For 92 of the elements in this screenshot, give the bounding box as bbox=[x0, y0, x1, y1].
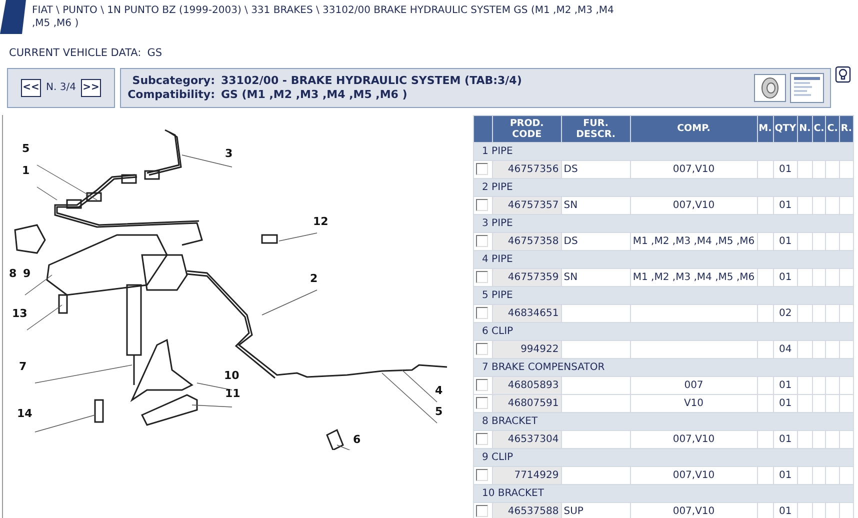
breadcrumb: FIAT \ PUNTO \ 1N PUNTO BZ (1999-2003) \ 331 BRAKES \ 33102/00 BRAKE HYDRAULIC SYSTEM GS (M1 ,M2 ,M3 ,M4 ,M5 ,M6 ) bbox=[32, 4, 615, 30]
callout-number: 10 bbox=[224, 370, 240, 381]
row-checkbox[interactable] bbox=[476, 271, 488, 284]
part-group-label: 7 BRAKE COMPENSATOR bbox=[474, 358, 854, 376]
part-group-label: 1 PIPE bbox=[474, 142, 854, 160]
comp-cell: 007,V10 bbox=[630, 160, 758, 178]
row-checkbox[interactable] bbox=[476, 505, 488, 518]
product-code-cell: 46537304 bbox=[492, 430, 562, 448]
product-code-cell: 46805893 bbox=[492, 376, 562, 394]
product-code-cell: 7714929 bbox=[492, 466, 562, 484]
previous-button[interactable]: << bbox=[21, 78, 42, 97]
comp-cell: 007,V10 bbox=[630, 196, 758, 214]
column-header: QTY bbox=[773, 115, 798, 142]
subcategory-value: 33102/00 - BRAKE HYDRAULIC SYSTEM (TAB:3/4) bbox=[221, 74, 522, 88]
product-code-cell: 994922 bbox=[492, 340, 562, 358]
qty-cell: 01 bbox=[773, 376, 798, 394]
qty-cell: 01 bbox=[773, 232, 798, 250]
part-group-label: 8 BRACKET bbox=[474, 412, 854, 430]
callout-number: 3 bbox=[225, 148, 233, 159]
comp-cell: V10 bbox=[630, 394, 758, 412]
fur-descr-cell: DS bbox=[561, 232, 630, 250]
next-button[interactable]: >> bbox=[80, 78, 101, 97]
callout-number: 12 bbox=[313, 216, 328, 227]
callout-number: 14 bbox=[17, 408, 32, 419]
qty-cell: 01 bbox=[773, 394, 798, 412]
product-code-cell: 46807591 bbox=[492, 394, 562, 412]
qty-cell: 04 bbox=[773, 340, 798, 358]
product-code-cell: 46757358 bbox=[492, 232, 562, 250]
fur-descr-cell: SN bbox=[561, 268, 630, 286]
comp-cell: 007 bbox=[630, 376, 758, 394]
part-group-label: 3 PIPE bbox=[474, 214, 854, 232]
row-checkbox[interactable] bbox=[476, 379, 488, 392]
vehicle-data-value: GS bbox=[147, 46, 162, 61]
row-checkbox[interactable] bbox=[476, 433, 488, 446]
table-thumbnail-button[interactable] bbox=[790, 72, 824, 103]
column-header: COMP. bbox=[630, 115, 758, 142]
row-checkbox[interactable] bbox=[476, 199, 488, 212]
qty-cell: 01 bbox=[773, 466, 798, 484]
column-header: M. bbox=[757, 115, 774, 142]
fur-descr-cell: SN bbox=[561, 196, 630, 214]
wheel-thumbnail-button[interactable] bbox=[754, 74, 786, 102]
qty-cell: 01 bbox=[773, 196, 798, 214]
qty-cell: 01 bbox=[773, 268, 798, 286]
callout-number: 1 bbox=[22, 164, 30, 176]
product-code-cell: 46757356 bbox=[492, 160, 562, 178]
part-group-label: 6 CLIP bbox=[474, 322, 854, 340]
column-header: PROD. CODE bbox=[492, 115, 562, 142]
column-header: C. bbox=[812, 115, 826, 142]
callout-number: 5 bbox=[435, 406, 443, 417]
compatibility-label: Compatibility: bbox=[127, 88, 215, 102]
callout-number: 4 bbox=[435, 384, 443, 396]
product-code-cell: 46757359 bbox=[492, 268, 562, 286]
column-header: FUR. DESCR. bbox=[561, 115, 630, 142]
row-checkbox[interactable] bbox=[476, 343, 488, 356]
qty-cell: 01 bbox=[773, 160, 798, 178]
part-group-label: 9 CLIP bbox=[474, 448, 854, 466]
logo-icon bbox=[0, 0, 26, 34]
callout-number: 7 bbox=[19, 360, 27, 372]
subcategory-label: Subcategory: bbox=[131, 74, 215, 88]
vehicle-data-label: CURRENT VEHICLE DATA: bbox=[9, 46, 142, 61]
compatibility-value: GS (M1 ,M2 ,M3 ,M4 ,M5 ,M6 ) bbox=[221, 88, 408, 102]
row-checkbox[interactable] bbox=[476, 469, 488, 482]
lightbulb-icon[interactable] bbox=[835, 66, 851, 84]
row-checkbox[interactable] bbox=[476, 235, 488, 248]
part-group-label: 4 PIPE bbox=[474, 250, 854, 268]
page-indicator: N. 3/4 bbox=[46, 81, 76, 96]
part-group-label: 10 BRACKET bbox=[474, 484, 854, 502]
part-group-label: 5 PIPE bbox=[474, 286, 854, 304]
comp-cell: M1 ,M2 ,M3 ,M4 ,M5 ,M6 bbox=[630, 268, 758, 286]
fur-descr-cell: DS bbox=[561, 160, 630, 178]
callout-number: 11 bbox=[225, 388, 240, 399]
callout-number: 2 bbox=[310, 272, 318, 284]
qty-cell: 02 bbox=[773, 304, 798, 322]
callout-number: 13 bbox=[12, 308, 28, 319]
row-checkbox[interactable] bbox=[476, 307, 488, 320]
comp-cell: M1 ,M2 ,M3 ,M4 ,M5 ,M6 bbox=[630, 232, 758, 250]
qty-cell: 01 bbox=[773, 430, 798, 448]
column-header: R. bbox=[839, 115, 854, 142]
part-group-label: 2 PIPE bbox=[474, 178, 854, 196]
column-header: N. bbox=[798, 115, 812, 142]
product-code-cell: 46834651 bbox=[492, 304, 562, 322]
callout-number: 6 bbox=[353, 434, 361, 445]
callout-number: 5 bbox=[22, 142, 30, 154]
column-header: C. bbox=[826, 115, 840, 142]
callout-number: 8 bbox=[9, 268, 17, 279]
row-checkbox[interactable] bbox=[476, 163, 488, 176]
callout-number: 9 bbox=[23, 268, 31, 279]
product-code-cell: 46757357 bbox=[492, 196, 562, 214]
comp-cell: 007,V10 bbox=[630, 430, 758, 448]
row-checkbox[interactable] bbox=[476, 397, 488, 410]
product-code-cell: 46537588 bbox=[492, 502, 562, 518]
comp-cell: 007,V10 bbox=[630, 466, 758, 484]
